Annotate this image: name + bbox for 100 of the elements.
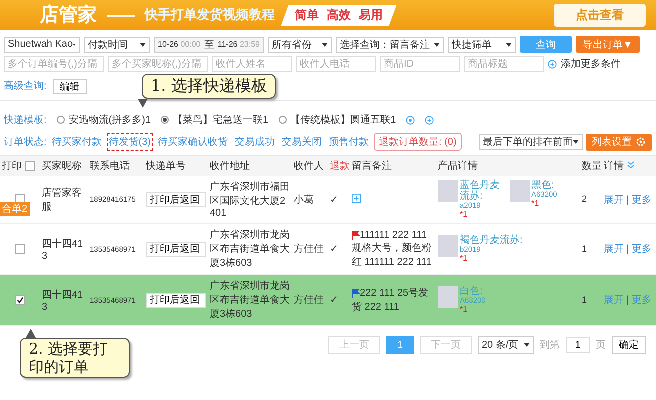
callout-pointer bbox=[138, 99, 148, 108]
quick-filter-select[interactable]: 快捷筛单 bbox=[448, 36, 516, 52]
photo-placeholder bbox=[510, 180, 530, 202]
expand-link[interactable]: 展开 bbox=[604, 194, 624, 206]
filter-input-field[interactable]: 多个买家昵称(,)分隔 bbox=[108, 56, 208, 72]
tracking-input-field[interactable]: 打印后返回 bbox=[146, 192, 206, 208]
link-separator: | bbox=[626, 244, 630, 256]
sort-select[interactable]: 最后下单的排在前面 bbox=[479, 134, 583, 150]
receiver-name: 方佳佳 bbox=[294, 295, 324, 306]
link-separator: | bbox=[626, 194, 630, 206]
caret-icon bbox=[573, 140, 579, 144]
callout-bubble: 1. 选择快递模板 bbox=[142, 74, 276, 99]
province-select[interactable]: 所有省份 bbox=[268, 36, 332, 52]
caret-icon bbox=[524, 343, 530, 348]
column-header: 打印 bbox=[2, 161, 22, 172]
logo-text: 店管家 bbox=[40, 4, 97, 28]
radio-button[interactable] bbox=[161, 116, 170, 124]
product-quantity: *1 bbox=[532, 199, 540, 208]
confirm-button[interactable]: 确定 bbox=[612, 336, 646, 354]
target-circle-icon[interactable] bbox=[406, 116, 416, 124]
quantity-text: 2 bbox=[582, 194, 588, 204]
gear-icon bbox=[636, 137, 646, 147]
filter-input-field[interactable]: 商品标题 bbox=[464, 56, 544, 72]
status-tab[interactable]: 待买家确认收货 bbox=[156, 133, 230, 151]
shop-select[interactable]: Shuetwah Kao bbox=[4, 36, 80, 52]
caret-icon bbox=[140, 42, 146, 46]
radio-button[interactable] bbox=[278, 116, 287, 124]
select-all-checkbox[interactable] bbox=[24, 161, 35, 172]
prev-page-button[interactable]: 上一页 bbox=[328, 336, 380, 354]
row-checkbox[interactable] bbox=[15, 244, 25, 254]
filter-input-field[interactable]: 商品ID bbox=[380, 56, 460, 72]
expand-link[interactable]: 展开 bbox=[604, 295, 624, 306]
note-text: 222 111 25号发货 222 111 bbox=[352, 288, 429, 314]
view-button[interactable]: 点击查看 bbox=[554, 4, 646, 26]
photo-placeholder bbox=[438, 286, 458, 308]
double-chevron-icon[interactable] bbox=[626, 161, 635, 169]
product-quantity: *1 bbox=[460, 305, 469, 314]
status-tab[interactable]: 交易关闭 bbox=[280, 133, 324, 151]
photo-placeholder bbox=[438, 180, 458, 202]
column-header: 退款 bbox=[330, 161, 350, 172]
filter-input-field[interactable]: 收件人姓名 bbox=[212, 56, 292, 72]
slogan-text: 易用 bbox=[359, 6, 383, 24]
add-condition-link[interactable]: 添加更多条件 bbox=[561, 57, 621, 71]
page-size-select[interactable]: 20 条/页 bbox=[478, 336, 534, 354]
caret-icon bbox=[322, 42, 328, 46]
buyer-name: 四十四413 bbox=[42, 290, 84, 313]
callout-pointer bbox=[26, 329, 36, 338]
template-option[interactable]: 安迅物流(拼多多)1 bbox=[68, 113, 152, 127]
time-type-select[interactable]: 付款时间 bbox=[84, 36, 150, 52]
status-tab[interactable]: 待买家付款 bbox=[50, 133, 104, 151]
more-link[interactable]: 更多 bbox=[632, 295, 652, 306]
banner-title: 快手打单发货视频教程 bbox=[145, 6, 275, 24]
product-name[interactable]: 黑色: bbox=[532, 180, 558, 191]
tracking-input-field[interactable]: 打印后返回 bbox=[146, 242, 206, 257]
status-tab[interactable]: 交易成功 bbox=[233, 133, 278, 151]
tracking-input-field[interactable]: 打印后返回 bbox=[146, 292, 206, 308]
column-header: 产品详情 bbox=[438, 161, 478, 172]
callout-bubble: 2. 选择要打印的订单 bbox=[20, 338, 130, 378]
query-type-select[interactable]: 选择查询：留言备注 bbox=[336, 36, 444, 52]
template-label: 快递模板: bbox=[4, 114, 47, 127]
product-name[interactable]: 蓝色丹麦流苏: bbox=[460, 180, 506, 202]
export-button[interactable]: 导出订单▼ bbox=[576, 36, 640, 53]
column-header: 买家昵称 bbox=[42, 161, 82, 172]
quantity-text: 1 bbox=[582, 294, 588, 305]
date-range-field[interactable]: 10-26 00:00 至 11-26 23:59 bbox=[154, 36, 264, 52]
page-input-field[interactable]: 1 bbox=[566, 337, 590, 354]
edit-button[interactable]: 编辑 bbox=[52, 78, 87, 94]
page-unit-label: 页 bbox=[596, 339, 606, 352]
note-add-icon[interactable] bbox=[352, 194, 361, 203]
filter-input-field[interactable]: 收件人电话 bbox=[296, 56, 376, 72]
status-tab[interactable]: 待发货(3) bbox=[106, 133, 154, 151]
product-name[interactable]: 褐色丹麦流苏: bbox=[460, 235, 523, 246]
check-mark: ✓ bbox=[330, 194, 338, 206]
buyer-name: 四十四413 bbox=[42, 238, 84, 262]
caret-icon bbox=[506, 42, 512, 46]
template-option[interactable]: 【传统模板】圆通五联1 bbox=[290, 113, 396, 127]
status-label: 订单状态: bbox=[4, 136, 47, 149]
list-settings-button[interactable]: 列表设置 bbox=[586, 134, 652, 150]
more-link[interactable]: 更多 bbox=[632, 244, 652, 256]
address-text: 广东省深圳市福田区国际文化大厦2401 bbox=[210, 182, 290, 220]
page-button[interactable]: 1 bbox=[386, 336, 414, 354]
note-text: 111111 222 111 规格大号，颜色粉红 111111 222 111 bbox=[352, 230, 432, 268]
expand-link[interactable]: 展开 bbox=[604, 244, 624, 256]
search-button[interactable]: 查询 bbox=[520, 36, 572, 53]
product-quantity: *1 bbox=[460, 210, 469, 220]
filter-input-field[interactable]: 多个订单编号(,)分隔 bbox=[4, 56, 104, 72]
add-circle-icon[interactable] bbox=[425, 116, 434, 124]
template-option[interactable]: 【菜鸟】宅急送一联1 bbox=[173, 113, 269, 127]
slogan-text: 高效 bbox=[327, 6, 351, 24]
status-tab[interactable]: 预售付款 bbox=[327, 133, 372, 151]
row-checkbox[interactable] bbox=[15, 295, 25, 306]
next-page-button[interactable]: 下一页 bbox=[420, 336, 472, 354]
column-header: 快递单号 bbox=[146, 161, 186, 172]
more-link[interactable]: 更多 bbox=[632, 194, 652, 206]
receiver-name: 小葛 bbox=[294, 194, 314, 206]
refund-count-badge[interactable]: 退款订单数量: (0) bbox=[374, 133, 462, 151]
radio-button[interactable] bbox=[56, 116, 65, 124]
link-separator: | bbox=[626, 295, 630, 306]
add-circle-icon[interactable] bbox=[548, 60, 557, 68]
check-mark: ✓ bbox=[330, 295, 338, 306]
